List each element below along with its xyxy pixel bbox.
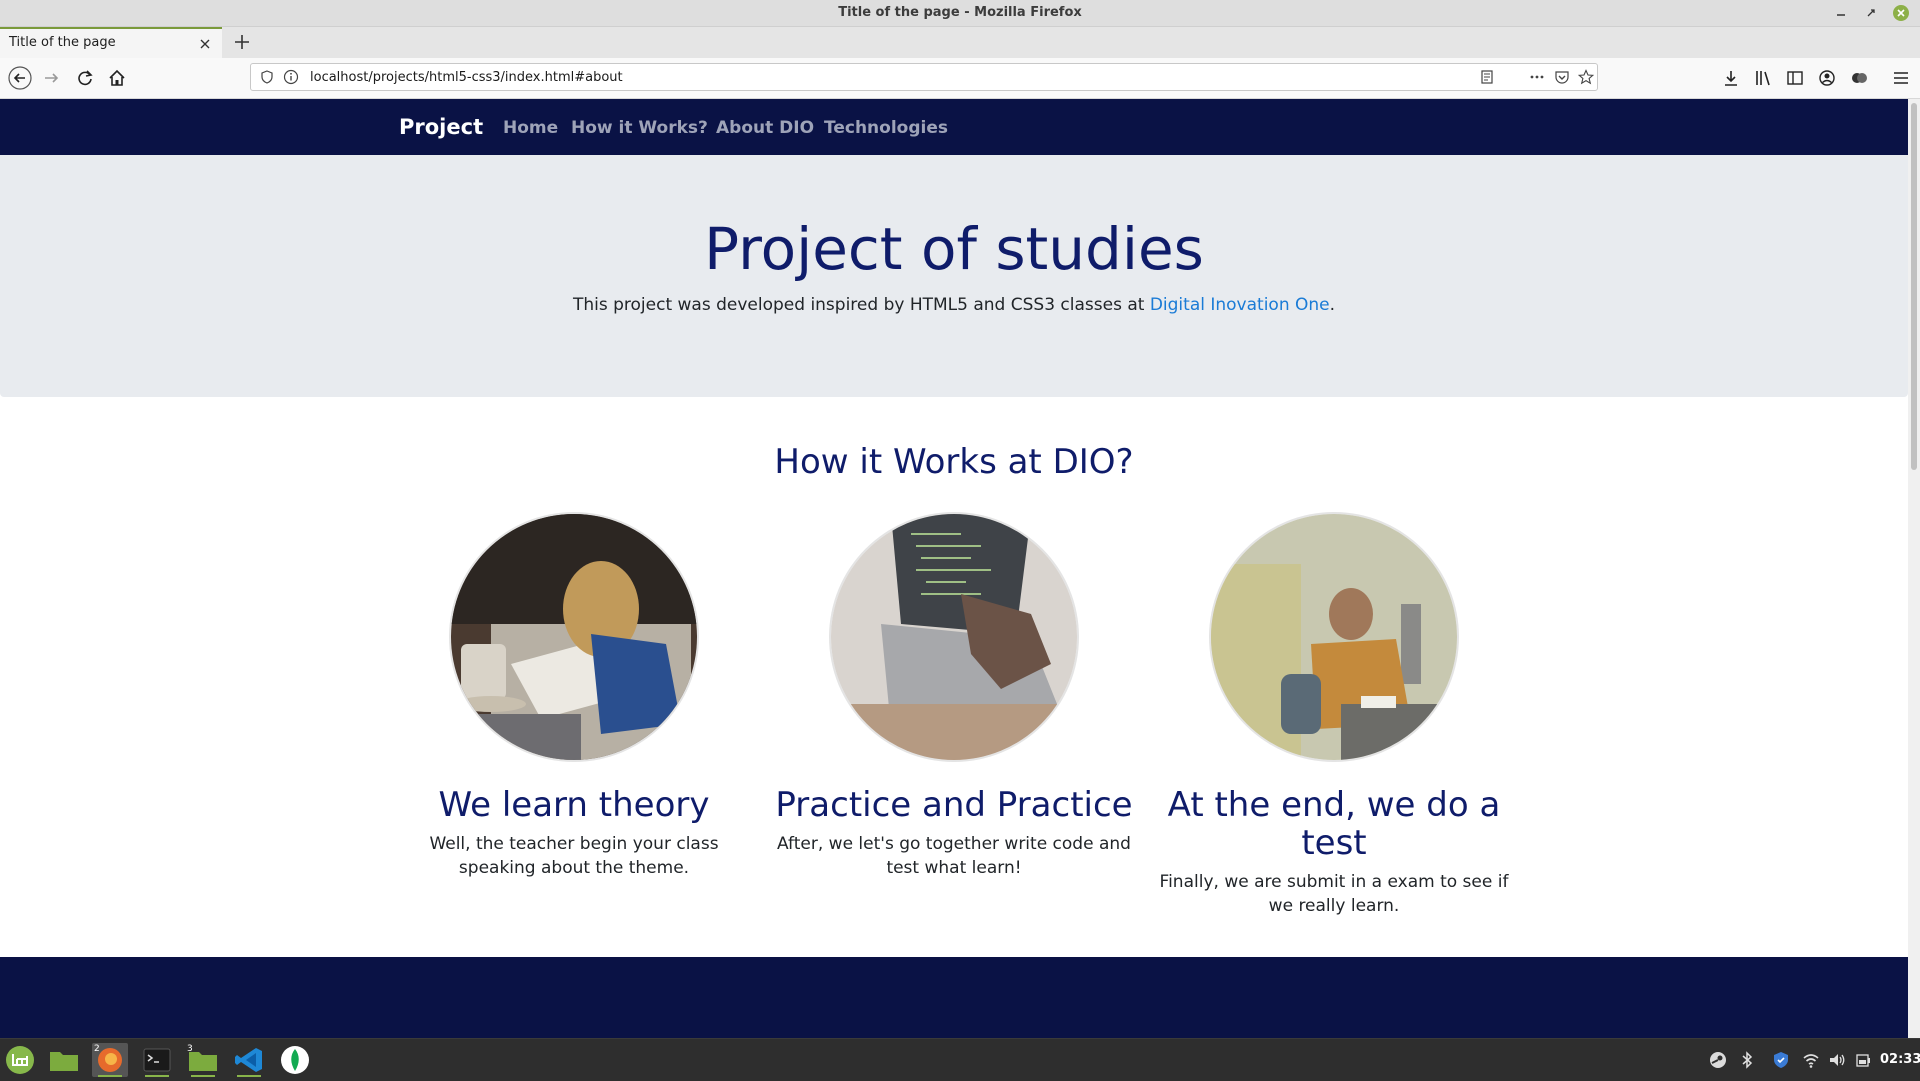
card-test: At the end, we do a test Finally, we are…: [1154, 514, 1514, 918]
browser-toolbar: localhost/projects/html5-css3/index.html…: [0, 58, 1920, 99]
sidebar-icon[interactable]: [1783, 66, 1807, 90]
mint-menu-icon[interactable]: [2, 1043, 38, 1077]
tab-strip: Title of the page: [0, 27, 1920, 58]
hero-jumbotron: Project of studies This project was deve…: [0, 155, 1908, 397]
page-actions-icon[interactable]: [1529, 69, 1545, 85]
theory-photo: [451, 514, 697, 760]
page-viewport: Project Home How it Works? About DIO Tec…: [0, 99, 1908, 1038]
tracking-shield-icon[interactable]: [259, 69, 275, 85]
account-icon[interactable]: [1815, 66, 1839, 90]
test-photo: [1211, 514, 1457, 760]
site-info-icon[interactable]: [283, 69, 299, 85]
wifi-icon[interactable]: [1802, 1051, 1820, 1069]
clock[interactable]: 02:33: [1880, 1052, 1920, 1067]
reader-view-icon[interactable]: [1479, 69, 1495, 85]
close-tab-icon[interactable]: [197, 36, 213, 52]
terminal-active-indicator: [145, 1075, 169, 1077]
page-scrollbar[interactable]: [1908, 99, 1920, 1038]
bookmark-star-icon[interactable]: [1578, 69, 1594, 85]
firefox-app-icon[interactable]: 2: [92, 1043, 128, 1077]
window-title: Title of the page - Mozilla Firefox: [838, 5, 1082, 20]
menu-icon[interactable]: [1889, 66, 1913, 90]
taskbar: 2 3 02:33: [0, 1038, 1920, 1081]
hero-title: Project of studies: [704, 215, 1204, 283]
forward-icon[interactable]: [40, 66, 64, 90]
reload-icon[interactable]: [73, 66, 97, 90]
back-icon[interactable]: [8, 66, 32, 90]
security-shield-icon[interactable]: [1772, 1051, 1790, 1069]
site-navbar: Project Home How it Works? About DIO Tec…: [0, 99, 1908, 155]
files-app-icon[interactable]: 3: [185, 1043, 221, 1077]
card-test-text: Finally, we are submit in a exam to see …: [1159, 872, 1509, 916]
pocket-icon[interactable]: [1554, 69, 1570, 85]
card-test-title: At the end, we do a test: [1167, 785, 1501, 863]
volume-icon[interactable]: [1828, 1051, 1846, 1069]
browser-tab[interactable]: Title of the page: [0, 27, 222, 58]
mongodb-compass-icon[interactable]: [277, 1043, 313, 1077]
battery-icon[interactable]: [1854, 1051, 1872, 1069]
files-active-indicator: [191, 1075, 215, 1077]
card-theory-text: Well, the teacher begin your class speak…: [429, 834, 719, 878]
site-footer: [0, 957, 1908, 1038]
firefox-window-count: 2: [94, 1044, 100, 1054]
firefox-active-indicator: [98, 1075, 122, 1077]
how-it-works-heading: How it Works at DIO?: [774, 442, 1134, 482]
hero-text-end: .: [1329, 295, 1336, 315]
library-icon[interactable]: [1751, 66, 1775, 90]
maximize-icon[interactable]: [1862, 4, 1880, 22]
extensions-icon[interactable]: [1847, 66, 1871, 90]
window-titlebar: Title of the page - Mozilla Firefox: [0, 0, 1920, 27]
nav-link-about[interactable]: About DIO: [716, 118, 814, 138]
terminal-icon[interactable]: [139, 1043, 175, 1077]
hero-text-body: This project was developed inspired by H…: [572, 295, 1150, 315]
card-practice: Practice and Practice After, we let's go…: [774, 514, 1134, 880]
minimize-icon[interactable]: [1832, 4, 1850, 22]
tab-title: Title of the page: [9, 35, 116, 50]
url-bar[interactable]: localhost/projects/html5-css3/index.html…: [250, 63, 1598, 91]
card-theory-title: We learn theory: [438, 785, 710, 825]
downloads-icon[interactable]: [1719, 66, 1743, 90]
vscode-icon[interactable]: [231, 1043, 267, 1077]
card-practice-title: Practice and Practice: [775, 785, 1133, 825]
nav-link-how-it-works[interactable]: How it Works?: [571, 118, 708, 138]
url-text: localhost/projects/html5-css3/index.html…: [310, 70, 623, 85]
scrollbar-thumb[interactable]: [1911, 103, 1917, 470]
home-icon[interactable]: [105, 66, 129, 90]
nav-link-technologies[interactable]: Technologies: [824, 118, 948, 138]
bluetooth-icon[interactable]: [1738, 1051, 1756, 1069]
card-practice-text: After, we let's go together write code a…: [777, 834, 1131, 878]
practice-photo: [831, 514, 1077, 760]
close-window-icon[interactable]: [1892, 4, 1910, 22]
new-tab-icon[interactable]: [232, 32, 252, 52]
steam-tray-icon[interactable]: [1709, 1051, 1727, 1069]
dio-link[interactable]: Digital Inovation One: [1150, 295, 1330, 315]
nav-link-home[interactable]: Home: [503, 118, 558, 138]
files-folder-icon[interactable]: [46, 1043, 82, 1077]
card-theory: We learn theory Well, the teacher begin …: [394, 514, 754, 880]
files-window-count: 3: [187, 1044, 193, 1054]
hero-text: This project was developed inspired by H…: [0, 295, 1908, 315]
vscode-active-indicator: [237, 1075, 261, 1077]
site-brand[interactable]: Project: [399, 115, 483, 139]
